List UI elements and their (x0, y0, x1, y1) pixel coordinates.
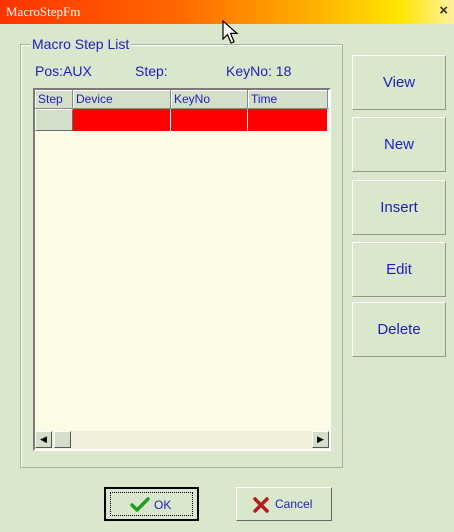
table-row-device-cell[interactable] (73, 109, 171, 131)
column-header-keyno[interactable]: KeyNo (171, 90, 248, 109)
step-label: Step: (135, 63, 168, 79)
check-icon (130, 497, 150, 512)
view-button[interactable]: View (352, 55, 446, 110)
scrollbar-thumb[interactable] (54, 431, 71, 448)
column-header-device[interactable]: Device (73, 90, 171, 109)
table-row-step-cell[interactable] (35, 109, 73, 131)
column-header-time[interactable]: Time (248, 90, 328, 109)
new-button[interactable]: New (352, 117, 446, 172)
table-row-keyno-cell[interactable] (171, 109, 248, 131)
ok-label: OK (154, 498, 172, 512)
macro-step-table[interactable]: Step Device KeyNo Time ◀ ▶ (33, 88, 331, 451)
focus-outline (110, 492, 193, 516)
close-icon[interactable]: × (439, 3, 448, 19)
ok-button[interactable]: OK (104, 487, 199, 521)
scroll-right-icon[interactable]: ▶ (312, 431, 329, 448)
group-label: Macro Step List (30, 36, 132, 52)
delete-button[interactable]: Delete (352, 302, 446, 357)
edit-button[interactable]: Edit (352, 242, 446, 297)
keyno-label: KeyNo: 18 (226, 63, 292, 79)
window-title: MacroStepFm (6, 4, 81, 19)
mouse-cursor-icon (222, 20, 239, 44)
position-label: Pos:AUX (35, 63, 92, 79)
scroll-left-icon[interactable]: ◀ (35, 431, 52, 448)
insert-button[interactable]: Insert (352, 180, 446, 235)
cancel-button[interactable]: Cancel (236, 487, 332, 521)
column-header-step[interactable]: Step (35, 90, 73, 109)
x-icon (253, 497, 269, 513)
column-header-filler (328, 90, 329, 109)
cancel-label: Cancel (275, 497, 313, 511)
horizontal-scrollbar[interactable]: ◀ ▶ (35, 431, 329, 449)
table-row-time-cell[interactable] (248, 109, 328, 131)
